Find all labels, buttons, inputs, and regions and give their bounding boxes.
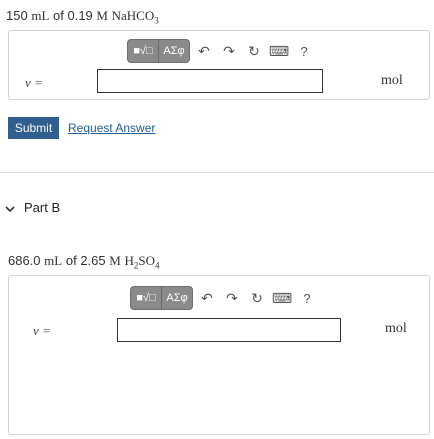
unit-label: mol <box>381 73 403 88</box>
reset-icon[interactable]: ↻ <box>246 287 268 309</box>
part-a-answer-input[interactable] <box>97 69 323 93</box>
undo-icon[interactable]: ↶ <box>196 287 218 309</box>
solute-formula: NaHCO3 <box>111 8 159 26</box>
of-text: of <box>53 8 64 23</box>
redo-icon[interactable]: ↷ <box>221 287 243 309</box>
help-icon[interactable]: ? <box>296 287 318 309</box>
volume-unit: mL <box>44 253 63 268</box>
variable-label: ν = <box>25 75 43 90</box>
template-group: ■√□ AΣφ <box>127 39 190 63</box>
part-b-answer-input[interactable] <box>117 318 341 342</box>
solute-formula: H2SO4 <box>124 253 160 271</box>
redo-icon[interactable]: ↷ <box>218 40 240 62</box>
part-a-answer-panel: ■√□ AΣφ ↶ ↷ ↻ ⌨ ? ν = mol <box>8 30 430 100</box>
request-answer-link[interactable]: Request Answer <box>68 121 155 135</box>
greek-symbols-button[interactable]: AΣφ <box>158 40 189 62</box>
unit-label: mol <box>385 321 407 336</box>
help-icon[interactable]: ? <box>293 40 315 62</box>
section-divider <box>0 172 434 173</box>
part-a-math-toolbar: ■√□ AΣφ ↶ ↷ ↻ ⌨ ? <box>127 39 315 63</box>
variable-label: ν = <box>33 323 51 338</box>
chevron-down-icon[interactable] <box>4 202 16 214</box>
volume-unit: mL <box>31 8 50 23</box>
volume-value: 686.0 <box>8 253 41 268</box>
undo-icon[interactable]: ↶ <box>193 40 215 62</box>
reset-icon[interactable]: ↻ <box>243 40 265 62</box>
concentration-unit: M <box>96 8 108 23</box>
concentration-unit: M <box>109 253 121 268</box>
concentration-value: 0.19 <box>67 8 93 23</box>
part-a-question: 150 mL of 0.19 M NaHCO3 <box>6 8 159 26</box>
greek-symbols-button[interactable]: AΣφ <box>161 287 192 309</box>
volume-value: 150 <box>6 8 28 23</box>
templates-button[interactable]: ■√□ <box>128 40 158 62</box>
submit-button[interactable]: Submit <box>8 117 59 139</box>
part-b-answer-panel: ■√□ AΣφ ↶ ↷ ↻ ⌨ ? ν = mol <box>8 275 430 435</box>
part-b-label[interactable]: Part B <box>24 200 60 215</box>
part-b-math-toolbar: ■√□ AΣφ ↶ ↷ ↻ ⌨ ? <box>130 286 318 310</box>
part-b-question: 686.0 mL of 2.65 M H2SO4 <box>8 253 159 271</box>
template-group: ■√□ AΣφ <box>130 286 193 310</box>
templates-button[interactable]: ■√□ <box>131 287 161 309</box>
keyboard-icon[interactable]: ⌨ <box>268 40 290 62</box>
keyboard-icon[interactable]: ⌨ <box>271 287 293 309</box>
concentration-value: 2.65 <box>80 253 106 268</box>
of-text: of <box>65 253 77 268</box>
